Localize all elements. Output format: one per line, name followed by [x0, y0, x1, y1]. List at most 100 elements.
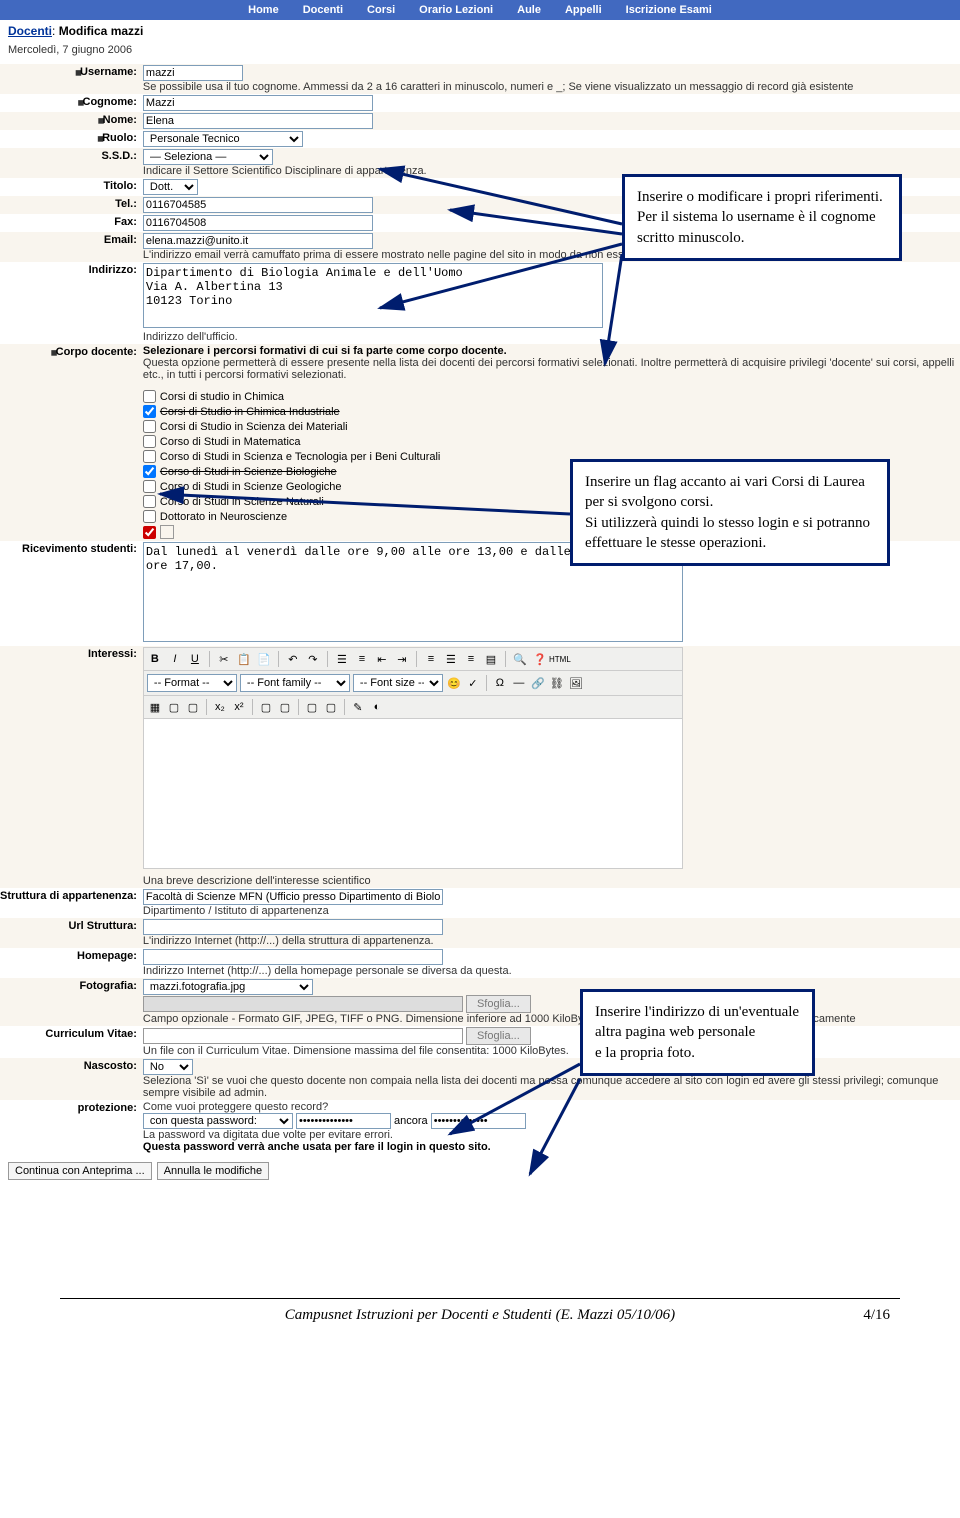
struttura-input[interactable] — [143, 889, 443, 905]
select-all-icon[interactable] — [160, 525, 174, 539]
undo-icon[interactable]: ↶ — [285, 651, 301, 667]
homepage-input[interactable] — [143, 949, 443, 965]
indirizzo-textarea[interactable]: Dipartimento di Biologia Animale e dell'… — [143, 263, 603, 328]
hint-protezione3: Questa password verrà anche usata per fa… — [143, 1141, 491, 1153]
cognome-input[interactable] — [143, 95, 373, 111]
course-checkbox[interactable] — [143, 420, 156, 433]
tb-icon-1[interactable]: ▢ — [166, 699, 182, 715]
ul-icon[interactable]: ☰ — [334, 651, 350, 667]
nav-aule[interactable]: Aule — [511, 4, 547, 16]
tb-icon-8[interactable]: ◐ — [369, 699, 385, 715]
fax-input[interactable] — [143, 215, 373, 231]
label-titolo: Titolo: — [104, 180, 137, 192]
format-select[interactable]: -- Format -- — [147, 674, 237, 692]
paste-icon[interactable]: 📄 — [256, 651, 272, 667]
nav-corsi[interactable]: Corsi — [361, 4, 401, 16]
align-right-icon[interactable]: ≡ — [463, 651, 479, 667]
password-input[interactable] — [296, 1113, 391, 1129]
tb-sup-icon[interactable]: x² — [231, 699, 247, 715]
titolo-select[interactable]: Dott. — [143, 179, 198, 195]
tb-icon-5[interactable]: ▢ — [304, 699, 320, 715]
nascosto-select[interactable]: No — [143, 1059, 193, 1075]
breadcrumb-link[interactable]: Docenti — [8, 24, 52, 38]
unlink-icon[interactable]: ⛓ — [549, 675, 565, 691]
course-checkbox[interactable] — [143, 435, 156, 448]
bold-icon[interactable]: B — [147, 651, 163, 667]
html-button[interactable]: HTML — [552, 651, 568, 667]
sfoglia-cv-button[interactable]: Sfoglia... — [466, 1027, 531, 1045]
hint-protezione2: La password va digitata due volte per ev… — [143, 1128, 393, 1141]
indent-icon[interactable]: ⇥ — [394, 651, 410, 667]
breadcrumb: Docenti: Modifica mazzi — [0, 20, 960, 42]
underline-icon[interactable]: U — [187, 651, 203, 667]
email-input[interactable] — [143, 233, 373, 249]
align-justify-icon[interactable]: ▤ — [483, 651, 499, 667]
outdent-icon[interactable]: ⇤ — [374, 651, 390, 667]
tel-input[interactable] — [143, 197, 373, 213]
nav-home[interactable]: Home — [242, 4, 285, 16]
label-cv: Curriculum Vitae: — [45, 1028, 137, 1040]
table-icon[interactable]: ▦ — [147, 699, 163, 715]
course-checkbox[interactable] — [143, 465, 156, 478]
link-icon[interactable]: 🔗 — [530, 675, 546, 691]
hint-ssd: Indicare il Settore Scientifico Discipli… — [143, 164, 427, 177]
tb-icon-7[interactable]: ✎ — [350, 699, 366, 715]
sfoglia-foto-button[interactable]: Sfoglia... — [466, 995, 531, 1013]
ancora-label: ancora — [394, 1115, 428, 1127]
protezione-select[interactable]: con questa password: — [143, 1113, 293, 1129]
username-input[interactable] — [143, 65, 243, 81]
omega-icon[interactable]: Ω — [492, 675, 508, 691]
label-ruolo: Ruolo: — [97, 132, 137, 144]
nome-input[interactable] — [143, 113, 373, 129]
course-checkbox[interactable] — [143, 405, 156, 418]
cut-icon[interactable]: ✂ — [216, 651, 232, 667]
tb-sub-icon[interactable]: x₂ — [212, 699, 228, 715]
label-homepage: Homepage: — [77, 950, 137, 962]
help-icon[interactable]: ❓ — [532, 651, 548, 667]
copy-icon[interactable]: 📋 — [236, 651, 252, 667]
label-interessi: Interessi: — [88, 648, 137, 660]
spellcheck-icon[interactable]: ✓ — [465, 675, 481, 691]
select-all-checkbox[interactable] — [143, 526, 156, 539]
tb-icon-2[interactable]: ▢ — [185, 699, 201, 715]
label-url-struttura: Url Struttura: — [68, 920, 136, 932]
annulla-button[interactable]: Annulla le modifiche — [157, 1162, 269, 1180]
font-size-select[interactable]: -- Font size -- — [353, 674, 443, 692]
nav-appelli[interactable]: Appelli — [559, 4, 608, 16]
align-center-icon[interactable]: ☰ — [443, 651, 459, 667]
smiley-icon[interactable]: 😊 — [446, 675, 462, 691]
ruolo-select[interactable]: Personale Tecnico — [143, 131, 303, 147]
fotografia-file-input[interactable] — [143, 996, 463, 1012]
label-nome: Nome: — [98, 114, 137, 126]
nav-docenti[interactable]: Docenti — [297, 4, 349, 16]
hint-cv: Un file con il Curriculum Vitae. Dimensi… — [143, 1044, 569, 1057]
redo-icon[interactable]: ↷ — [305, 651, 321, 667]
course-checkbox[interactable] — [143, 480, 156, 493]
italic-icon[interactable]: I — [167, 651, 183, 667]
footer: Campusnet Istruzioni per Docenti e Stude… — [0, 1299, 960, 1344]
course-checkbox[interactable] — [143, 450, 156, 463]
interessi-editor[interactable] — [143, 719, 683, 869]
ol-icon[interactable]: ≡ — [354, 651, 370, 667]
nav-iscrizione[interactable]: Iscrizione Esami — [620, 4, 718, 16]
course-checkbox[interactable] — [143, 390, 156, 403]
cv-file-input[interactable] — [143, 1028, 463, 1044]
align-left-icon[interactable]: ≡ — [423, 651, 439, 667]
tb-icon-3[interactable]: ▢ — [258, 699, 274, 715]
callout-1: Inserire o modificare i propri riferimen… — [622, 174, 902, 261]
image-icon[interactable]: 🖼 — [568, 675, 584, 691]
search-icon[interactable]: 🔍 — [512, 651, 528, 667]
hr-icon[interactable]: — — [511, 675, 527, 691]
nav-orario[interactable]: Orario Lezioni — [413, 4, 499, 16]
url-struttura-input[interactable] — [143, 919, 443, 935]
course-row: Corsi di Studio in Scienza dei Materiali — [143, 419, 958, 434]
course-checkbox[interactable] — [143, 495, 156, 508]
password-confirm-input[interactable] — [431, 1113, 526, 1129]
course-checkbox[interactable] — [143, 510, 156, 523]
tb-icon-6[interactable]: ▢ — [323, 699, 339, 715]
font-family-select[interactable]: -- Font family -- — [240, 674, 350, 692]
fotografia-select[interactable]: mazzi.fotografia.jpg — [143, 979, 313, 995]
continua-button[interactable]: Continua con Anteprima ... — [8, 1162, 152, 1180]
tb-icon-4[interactable]: ▢ — [277, 699, 293, 715]
ssd-select[interactable]: — Seleziona — — [143, 149, 273, 165]
